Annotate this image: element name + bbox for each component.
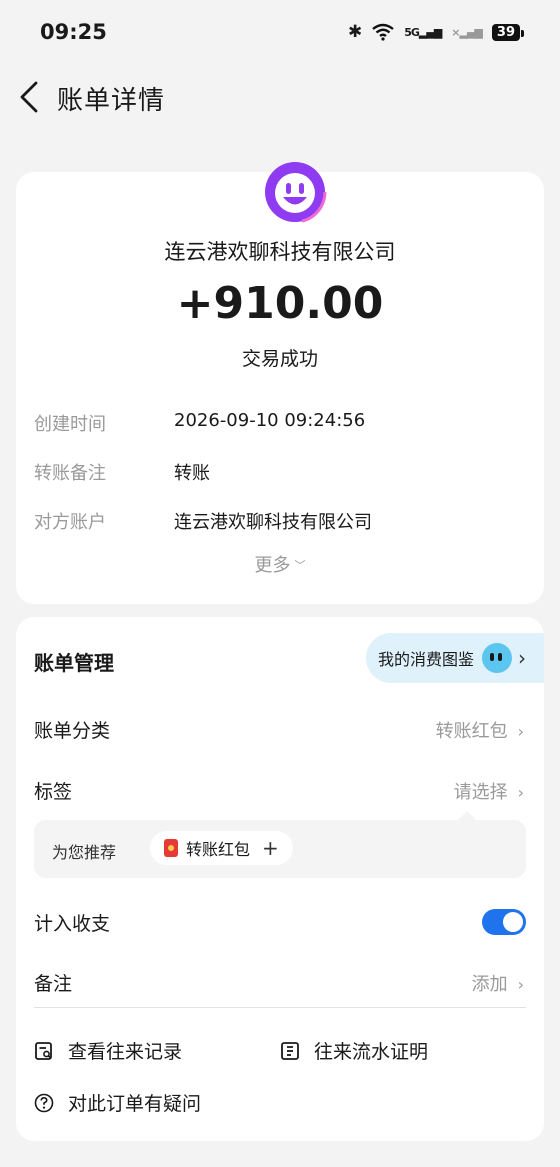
chevron-right-icon: ›	[518, 646, 527, 670]
category-row[interactable]: 账单分类 转账红包 ›	[16, 704, 544, 754]
chevron-down-icon: ﹀	[294, 559, 306, 572]
detail-value-counterparty: 连云港欢聊科技有限公司	[174, 512, 372, 533]
more-label: 更多	[254, 555, 291, 576]
red-packet-icon	[164, 839, 178, 857]
detail-label-created-time: 创建时间	[34, 414, 106, 435]
chevron-right-icon: ›	[517, 783, 524, 802]
detail-label-transfer-note: 转账备注	[34, 463, 106, 484]
question-icon	[34, 1093, 54, 1112]
remark-value: 添加 ›	[472, 970, 524, 996]
transaction-card: 连云港欢聊科技有限公司 +910.00 交易成功 创建时间 2026-09-10…	[16, 160, 544, 604]
include-label: 计入收支	[34, 913, 111, 935]
signal-icon-secondary: ×▂▄▆	[451, 25, 483, 39]
category-value-text: 转账红包	[435, 721, 508, 742]
mascot-icon	[482, 643, 513, 673]
more-button[interactable]: 更多 ﹀	[16, 551, 544, 577]
back-arrow-icon[interactable]	[16, 80, 44, 114]
chevron-right-icon: ›	[517, 975, 524, 994]
signal-icon: 5G▂▄▆	[404, 25, 442, 39]
include-toggle[interactable]	[482, 909, 526, 935]
recommend-chip[interactable]: 转账红包 +	[150, 831, 293, 865]
status-bar: 09:25 ✱ 5G▂▄▆ ×▂▄▆ 39	[0, 0, 560, 66]
detail-label-counterparty: 对方账户	[34, 512, 106, 533]
transaction-status: 交易成功	[241, 348, 318, 370]
history-link-label: 查看往来记录	[68, 1041, 183, 1063]
category-label: 账单分类	[34, 720, 111, 742]
divider	[34, 1007, 526, 1008]
tag-row[interactable]: 标签 请选择 ›	[16, 765, 544, 815]
status-icons: ✱ 5G▂▄▆ ×▂▄▆ 39	[347, 22, 525, 42]
record-search-icon	[35, 1041, 52, 1060]
chip-label: 转账红包	[186, 840, 251, 859]
battery-icon: 39	[491, 23, 525, 41]
detail-value-transfer-note: 转账	[174, 463, 210, 484]
history-link[interactable]: 查看往来记录	[34, 1037, 182, 1064]
document-icon	[281, 1041, 299, 1060]
amount: +910.00	[176, 278, 384, 329]
wifi-icon	[372, 23, 394, 41]
tag-value-text: 请选择	[453, 782, 508, 803]
recommend-box: 为您推荐 转账红包 +	[34, 811, 526, 878]
category-value: 转账红包 ›	[436, 717, 524, 743]
tag-value: 请选择 ›	[454, 778, 524, 804]
signal-label-secondary: ×	[451, 25, 460, 39]
chevron-right-icon: ›	[517, 722, 524, 741]
question-link-label: 对此订单有疑问	[68, 1093, 202, 1115]
merchant-logo-icon	[263, 160, 327, 224]
bluetooth-icon: ✱	[347, 22, 363, 42]
merchant-name: 连云港欢聊科技有限公司	[164, 240, 396, 264]
plus-icon: +	[262, 836, 279, 860]
signal-label: 5G	[404, 25, 420, 39]
status-time: 09:25	[40, 20, 107, 44]
consumption-profile-button[interactable]: 我的消费图鉴 ›	[366, 633, 544, 683]
question-link[interactable]: 对此订单有疑问	[34, 1089, 201, 1116]
proof-link[interactable]: 往来流水证明	[280, 1037, 428, 1064]
page-title: 账单详情	[57, 86, 166, 116]
remark-label: 备注	[34, 973, 73, 995]
remark-row[interactable]: 备注 添加 ›	[16, 957, 544, 1007]
recommend-label: 为您推荐	[52, 843, 117, 862]
badge-label: 我的消费图鉴	[378, 650, 475, 669]
detail-value-created-time: 2026-09-10 09:24:56	[174, 410, 366, 431]
include-row: 计入收支	[16, 897, 544, 947]
remark-value-text: 添加	[471, 974, 508, 995]
section-title: 账单管理	[34, 651, 114, 675]
nav-bar: 账单详情	[0, 72, 560, 122]
tag-label: 标签	[34, 781, 73, 803]
proof-link-label: 往来流水证明	[314, 1041, 429, 1063]
bill-management-card: 账单管理 我的消费图鉴 › 账单分类 转账红包 › 标签 请选择 › 为您推荐 转账…	[16, 617, 544, 1141]
